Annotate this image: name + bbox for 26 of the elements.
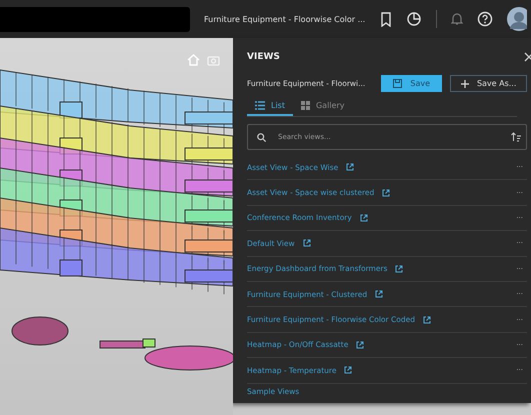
grid-icon	[300, 101, 310, 110]
search-icon	[257, 133, 266, 142]
external-link-icon[interactable]	[356, 340, 364, 349]
view-title: Furniture Equipment - Floorwise Color ...	[204, 14, 366, 24]
save-button[interactable]: Save	[381, 75, 442, 92]
plus-icon	[460, 80, 469, 88]
close-icon[interactable]	[524, 52, 531, 62]
view-tab[interactable]: Gallery	[292, 98, 352, 116]
external-link-icon[interactable]	[375, 290, 384, 298]
save-as-button[interactable]: Save As...	[450, 75, 528, 92]
help-icon[interactable]	[477, 11, 493, 27]
external-link-icon[interactable]	[422, 316, 431, 324]
external-link-icon[interactable]	[302, 239, 311, 248]
bookmark-icon[interactable]	[380, 12, 392, 26]
external-link-icon[interactable]	[344, 366, 352, 374]
pie-chart-icon[interactable]	[406, 11, 422, 27]
list-icon	[255, 101, 265, 110]
external-link-icon[interactable]	[395, 264, 404, 273]
external-link-icon[interactable]	[360, 214, 368, 222]
avatar-icon[interactable]	[507, 7, 527, 31]
sort-icon[interactable]	[511, 132, 521, 142]
external-link-icon[interactable]	[382, 188, 390, 197]
bell-icon[interactable]	[451, 12, 463, 26]
view-tab[interactable]: List	[247, 98, 293, 116]
panel-title: VIEWS	[247, 52, 280, 62]
external-link-icon[interactable]	[346, 163, 354, 172]
